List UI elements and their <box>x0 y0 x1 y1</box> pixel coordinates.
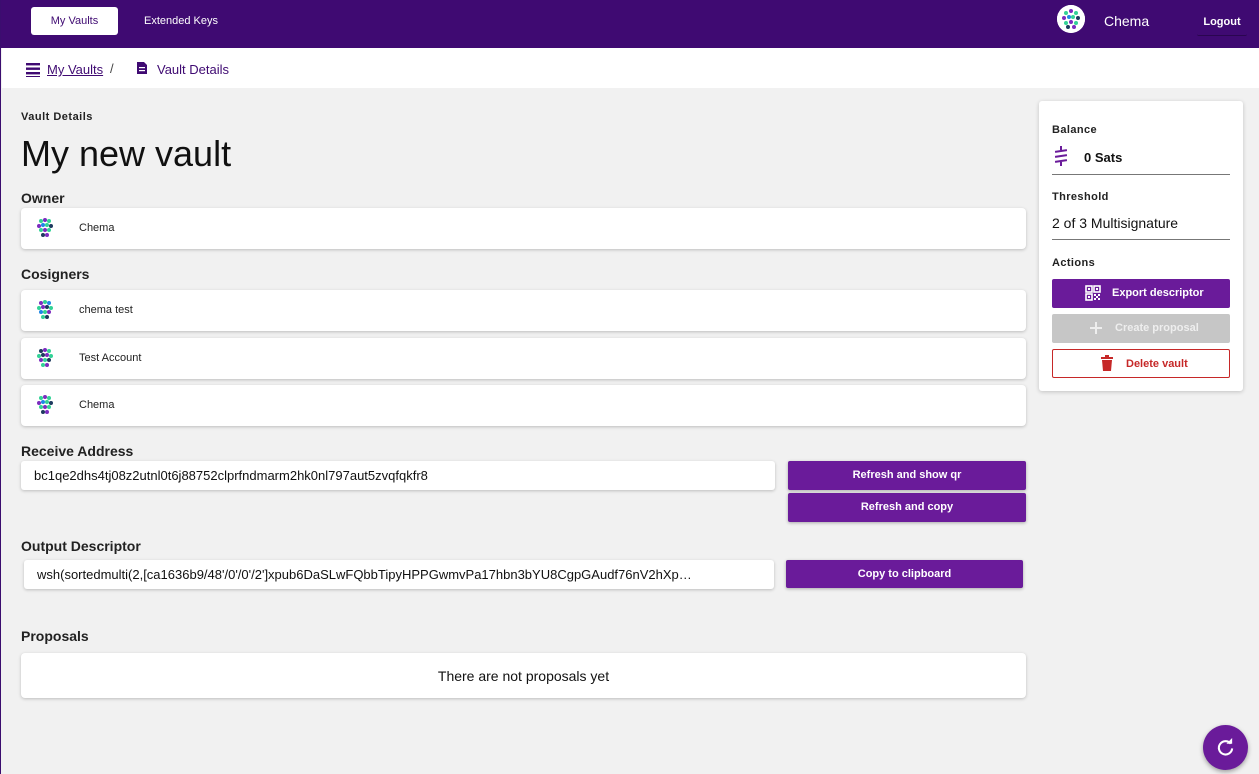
refresh-show-qr-button[interactable]: Refresh and show qr <box>788 461 1026 490</box>
top-navbar: My Vaults Extended Keys Chema Logout <box>1 0 1259 48</box>
refresh-copy-button[interactable]: Refresh and copy <box>788 493 1026 522</box>
export-descriptor-button[interactable]: Export descriptor <box>1052 279 1230 308</box>
cosigners-heading: Cosigners <box>21 266 90 282</box>
delete-vault-button[interactable]: Delete vault <box>1052 349 1230 378</box>
receive-address-field[interactable]: bc1qe2dhs4tj08z2utnl0t6j88752clprfndmarm… <box>21 461 775 490</box>
delete-vault-label: Delete vault <box>1126 358 1188 370</box>
balance-value: 0 Sats <box>1084 150 1123 165</box>
page-title: My new vault <box>21 133 232 174</box>
plus-icon <box>1090 322 1102 334</box>
vault-summary-panel: Balance 0 Sats Threshold 2 of 3 Multisig… <box>1039 101 1243 391</box>
qr-code-icon <box>1085 285 1101 301</box>
list-item: chema test <box>21 290 1026 331</box>
create-proposal-label: Create proposal <box>1115 322 1199 334</box>
app-frame: My Vaults Extended Keys Chema Logout My … <box>0 0 1259 774</box>
list-icon <box>26 63 40 77</box>
receive-address-heading: Receive Address <box>21 443 134 459</box>
list-item: Chema <box>21 385 1026 426</box>
username: Chema <box>1104 13 1150 29</box>
balance-label: Balance <box>1052 124 1097 136</box>
logout-button[interactable]: Logout <box>1197 8 1247 36</box>
owner-card: Chema <box>21 208 1026 249</box>
trash-icon <box>1101 355 1113 371</box>
breadcrumb-my-vaults-link[interactable]: My Vaults <box>47 62 103 77</box>
sats-icon <box>1054 146 1068 166</box>
list-item: Test Account <box>21 338 1026 379</box>
avatar <box>37 348 53 367</box>
refresh-fab-button[interactable] <box>1203 725 1248 770</box>
refresh-icon <box>1217 738 1234 756</box>
actions-label: Actions <box>1052 257 1096 269</box>
owner-name: Chema <box>79 222 115 234</box>
tab-extended-keys[interactable]: Extended Keys <box>134 7 228 35</box>
breadcrumb: My Vaults / Vault Details <box>2 48 1259 88</box>
cosigner-name: Test Account <box>79 352 142 364</box>
breadcrumb-current: Vault Details <box>157 62 230 77</box>
proposals-empty-state: There are not proposals yet <box>21 653 1026 698</box>
avatar <box>37 395 53 414</box>
owner-heading: Owner <box>21 190 65 206</box>
breadcrumb-separator: / <box>110 61 114 76</box>
avatar <box>37 300 53 319</box>
proposals-heading: Proposals <box>21 628 89 644</box>
cosigner-name: chema test <box>79 304 133 316</box>
create-proposal-button[interactable]: Create proposal <box>1052 314 1230 343</box>
avatar <box>37 218 53 237</box>
copy-to-clipboard-button[interactable]: Copy to clipboard <box>786 560 1023 588</box>
page-overline: Vault Details <box>21 111 93 123</box>
divider <box>1052 174 1230 175</box>
divider <box>1052 239 1230 240</box>
threshold-label: Threshold <box>1052 191 1109 203</box>
tab-my-vaults[interactable]: My Vaults <box>31 7 118 35</box>
avatar[interactable] <box>1057 5 1085 33</box>
export-descriptor-label: Export descriptor <box>1112 287 1204 299</box>
threshold-value: 2 of 3 Multisignature <box>1052 215 1179 231</box>
output-descriptor-heading: Output Descriptor <box>21 538 141 554</box>
cosigner-name: Chema <box>79 399 115 411</box>
document-icon <box>137 62 147 74</box>
output-descriptor-field[interactable]: wsh(sortedmulti(2,[ca1636b9/48'/0'/0'/2'… <box>24 560 774 589</box>
